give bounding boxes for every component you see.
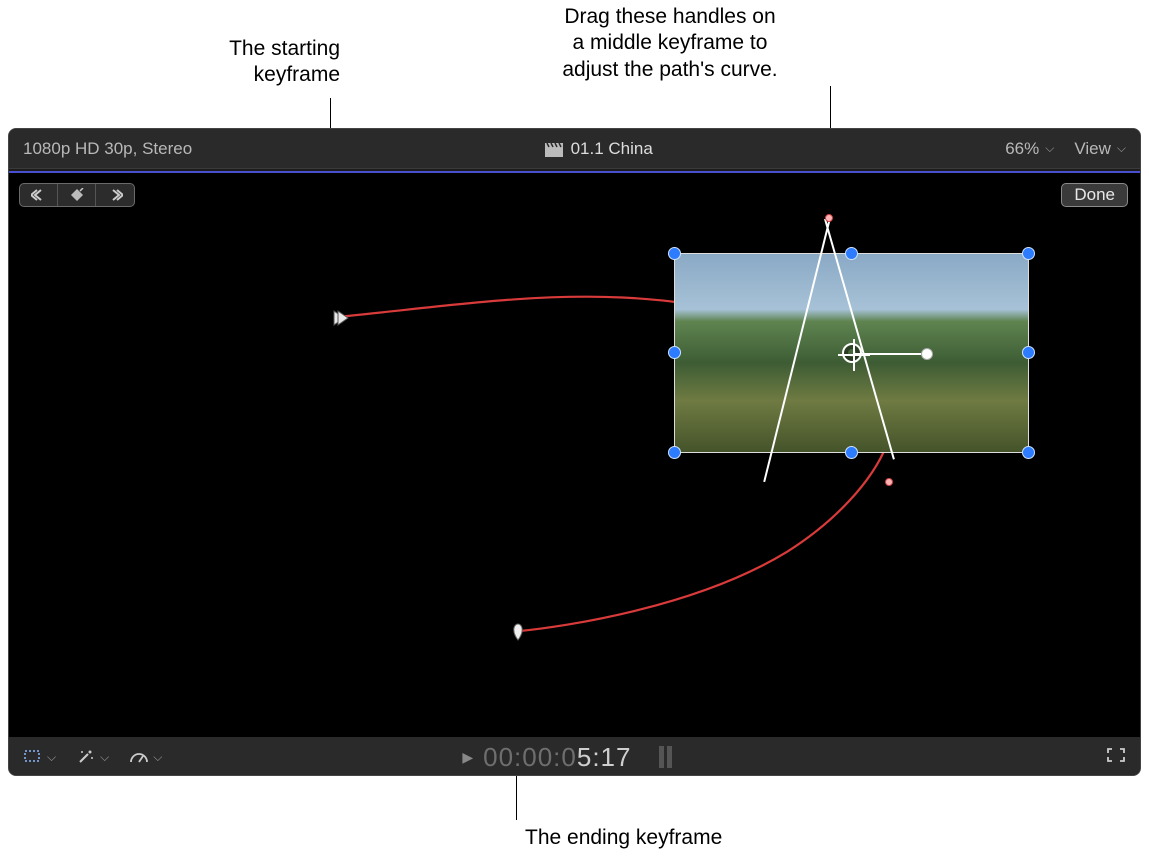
callout-text: The ending keyframe xyxy=(525,826,722,849)
view-label: View xyxy=(1074,139,1111,159)
callout-ending-keyframe: The ending keyframe xyxy=(525,826,722,850)
callout-starting-keyframe: The starting keyframe xyxy=(160,36,340,89)
format-label: 1080p HD 30p, Stereo xyxy=(23,139,192,159)
resize-handle-br[interactable] xyxy=(1022,446,1035,459)
resize-handle-mr[interactable] xyxy=(1022,346,1035,359)
clip-name-text: 01.1 China xyxy=(571,139,653,159)
play-icon: ▶ xyxy=(462,749,473,766)
resize-handle-tm[interactable] xyxy=(845,247,858,260)
viewer-window: 1080p HD 30p, Stereo 01.1 China 66% ⌵ Vi… xyxy=(8,128,1141,776)
bezier-handle-end-right[interactable] xyxy=(921,348,933,360)
keyframe-nav-group xyxy=(19,183,135,207)
zoom-value: 66% xyxy=(1005,139,1039,159)
clapperboard-icon xyxy=(545,142,563,156)
chevron-down-icon: ⌵ xyxy=(1117,141,1126,156)
crop-tool-popup[interactable]: ⌵ xyxy=(23,749,56,765)
callout-curve-handles: Drag these handles on a middle keyframe … xyxy=(500,4,840,83)
frame-step-indicator xyxy=(659,746,672,768)
resize-handle-ml[interactable] xyxy=(668,346,681,359)
add-keyframe-button[interactable] xyxy=(58,184,96,206)
bezier-handle-line-right[interactable] xyxy=(853,353,925,355)
resize-handle-tr[interactable] xyxy=(1022,247,1035,260)
chevron-down-icon: ⌵ xyxy=(1045,141,1054,156)
viewer-canvas[interactable]: Done xyxy=(9,171,1140,737)
timecode-dim: 00:00:0 xyxy=(483,742,577,772)
prev-keyframe-button[interactable] xyxy=(20,184,58,206)
fullscreen-button[interactable] xyxy=(1106,747,1126,768)
view-popup[interactable]: View ⌵ xyxy=(1074,139,1126,159)
resize-handle-tl[interactable] xyxy=(668,247,681,260)
transform-bounding-box[interactable] xyxy=(674,253,1029,453)
enhance-tool-popup[interactable]: ⌵ xyxy=(76,748,109,766)
chevron-down-icon: ⌵ xyxy=(153,750,162,765)
timecode-display[interactable]: ▶ 00:00:05:17 xyxy=(462,742,672,773)
next-keyframe-button[interactable] xyxy=(96,184,134,206)
viewer-titlebar: 1080p HD 30p, Stereo 01.1 China 66% ⌵ Vi… xyxy=(9,129,1140,169)
resize-handle-bl[interactable] xyxy=(668,446,681,459)
chevron-down-icon: ⌵ xyxy=(100,750,109,765)
clip-title: 01.1 China xyxy=(545,139,653,159)
bezier-handle-end-top[interactable] xyxy=(825,214,833,222)
retime-tool-popup[interactable]: ⌵ xyxy=(129,748,162,766)
viewer-footer: ⌵ ⌵ ⌵ ▶ 00:00:05:17 xyxy=(9,737,1140,776)
bezier-handle-end-bottom[interactable] xyxy=(885,478,893,486)
timecode-bright: 5:17 xyxy=(577,742,632,772)
callout-text: The starting keyframe xyxy=(229,37,340,86)
resize-handle-bm[interactable] xyxy=(845,446,858,459)
callout-text: Drag these handles on a middle keyframe … xyxy=(562,5,777,81)
chevron-down-icon: ⌵ xyxy=(47,750,56,765)
zoom-popup[interactable]: 66% ⌵ xyxy=(1005,139,1054,159)
done-button[interactable]: Done xyxy=(1061,183,1128,207)
